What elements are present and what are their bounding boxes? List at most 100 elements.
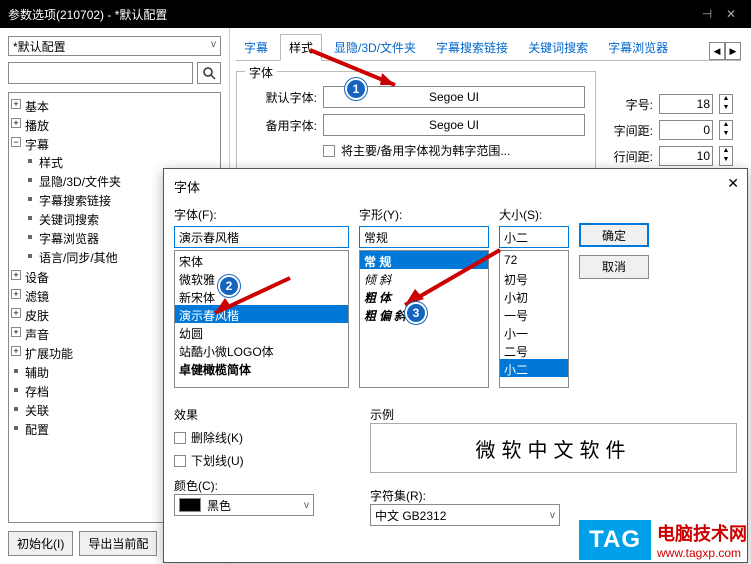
tree-search-link[interactable]: 字幕搜索链接 xyxy=(39,194,111,208)
tree-assist[interactable]: 辅助 xyxy=(25,366,49,380)
underline-checkbox[interactable] xyxy=(174,455,186,467)
list-item[interactable]: 卓健橄榄简体 xyxy=(175,359,348,377)
font-dialog: ✕ 字体 字体(F): 宋体 微软雅 新宋体 演示春风楷 幼圆 站酷小微LOGO… xyxy=(163,168,748,563)
style-list-label: 字形(Y): xyxy=(359,206,489,223)
export-button[interactable]: 导出当前配 xyxy=(79,531,157,556)
color-swatch xyxy=(179,498,201,512)
style-input[interactable] xyxy=(359,226,489,248)
list-item[interactable]: 微软雅 xyxy=(175,269,348,287)
list-item[interactable]: 小二 xyxy=(500,359,568,377)
tree-visibility[interactable]: 显隐/3D/文件夹 xyxy=(39,175,121,189)
tree-style[interactable]: 样式 xyxy=(39,156,63,170)
default-font-label: 默认字体: xyxy=(247,89,317,106)
spinner[interactable]: ▲▼ xyxy=(719,94,733,114)
size-label: 字号: xyxy=(603,96,653,113)
tree-config[interactable]: 配置 xyxy=(25,423,49,437)
list-item[interactable]: 常 规 xyxy=(360,251,488,269)
tab-visibility[interactable]: 显隐/3D/文件夹 xyxy=(326,35,424,60)
tree-skin[interactable]: 皮肤 xyxy=(25,309,49,323)
reset-button[interactable]: 初始化(I) xyxy=(8,531,73,556)
cancel-button[interactable]: 取消 xyxy=(579,255,649,279)
tree-archive[interactable]: 存档 xyxy=(25,385,49,399)
effects-label: 效果 xyxy=(174,406,354,423)
size-input[interactable] xyxy=(499,226,569,248)
tab-subtitle[interactable]: 字幕 xyxy=(236,35,276,60)
expand-icon[interactable]: + xyxy=(11,118,21,128)
list-item[interactable]: 初号 xyxy=(500,269,568,287)
tree-browser[interactable]: 字幕浏览器 xyxy=(39,232,99,246)
list-item[interactable]: 72 xyxy=(500,251,568,269)
collapse-icon[interactable]: − xyxy=(11,137,21,147)
list-item[interactable]: 新宋体 xyxy=(175,287,348,305)
tree-ext[interactable]: 扩展功能 xyxy=(25,347,73,361)
list-item[interactable]: 粗 体 xyxy=(360,287,488,305)
search-input[interactable] xyxy=(8,62,193,84)
color-select[interactable]: 黑色 xyxy=(174,494,314,516)
list-item[interactable]: 一号 xyxy=(500,305,568,323)
sample-label: 示例 xyxy=(370,406,737,423)
expand-icon[interactable]: + xyxy=(11,99,21,109)
tab-browser[interactable]: 字幕浏览器 xyxy=(600,35,676,60)
tree-device[interactable]: 设备 xyxy=(25,271,49,285)
tab-style[interactable]: 样式 xyxy=(280,34,322,61)
tab-keyword-search[interactable]: 关键词搜索 xyxy=(520,35,596,60)
spinner[interactable]: ▲▼ xyxy=(719,146,733,166)
tree-filter[interactable]: 滤镜 xyxy=(25,290,49,304)
list-item[interactable]: 演示春风楷 xyxy=(175,305,348,323)
underline-label: 下划线(U) xyxy=(191,452,244,469)
tree-sound[interactable]: 声音 xyxy=(25,328,49,342)
backup-font-label: 备用字体: xyxy=(247,117,317,134)
pin-icon[interactable]: ⊣ xyxy=(695,7,719,21)
tree-subtitle[interactable]: 字幕 xyxy=(25,138,49,152)
hanja-checkbox[interactable] xyxy=(323,145,335,157)
dialog-close-icon[interactable]: ✕ xyxy=(727,175,739,192)
size-listbox[interactable]: 72 初号 小初 一号 小一 二号 小二 xyxy=(499,250,569,388)
expand-icon[interactable]: + xyxy=(11,346,21,356)
backup-font-button[interactable]: Segoe UI xyxy=(323,114,585,136)
size-input[interactable] xyxy=(659,94,713,114)
tree-assoc[interactable]: 关联 xyxy=(25,404,49,418)
list-item[interactable]: 宋体 xyxy=(175,251,348,269)
expand-icon[interactable]: + xyxy=(11,308,21,318)
strikethrough-checkbox[interactable] xyxy=(174,432,186,444)
tree-language-sync[interactable]: 语言/同步/其他 xyxy=(39,251,118,265)
spinner[interactable]: ▲▼ xyxy=(719,120,733,140)
close-icon[interactable]: ✕ xyxy=(719,7,743,21)
hanja-label: 将主要/备用字体视为韩字范围... xyxy=(341,142,510,159)
list-item[interactable]: 站酷小微LOGO体 xyxy=(175,341,348,359)
callout-1: 1 xyxy=(345,78,367,100)
tab-search-link[interactable]: 字幕搜索链接 xyxy=(428,35,516,60)
title-bar: 参数选项(210702) - *默认配置 ⊣ ✕ xyxy=(0,0,751,28)
tab-next[interactable]: ▶ xyxy=(725,42,741,60)
tree-basic[interactable]: 基本 xyxy=(25,100,49,114)
line-spacing-input[interactable] xyxy=(659,146,713,166)
tree-playback[interactable]: 播放 xyxy=(25,119,49,133)
charset-select[interactable]: 中文 GB2312 xyxy=(370,504,560,526)
list-item[interactable]: 小一 xyxy=(500,323,568,341)
list-item[interactable]: 倾 斜 xyxy=(360,269,488,287)
list-item[interactable]: 小初 xyxy=(500,287,568,305)
search-button[interactable] xyxy=(197,62,221,84)
ok-button[interactable]: 确定 xyxy=(579,223,649,247)
group-label: 字体 xyxy=(245,64,277,81)
strikethrough-label: 删除线(K) xyxy=(191,429,243,446)
callout-2: 2 xyxy=(218,275,240,297)
line-spacing-label: 行间距: xyxy=(603,148,653,165)
expand-icon[interactable]: + xyxy=(11,289,21,299)
watermark: TAG 电脑技术网 www.tagxp.com xyxy=(579,520,747,560)
font-list-label: 字体(F): xyxy=(174,206,349,223)
color-label: 颜色(C): xyxy=(174,477,354,494)
expand-icon[interactable]: + xyxy=(11,327,21,337)
tab-prev[interactable]: ◀ xyxy=(709,42,725,60)
config-select[interactable]: *默认配置 xyxy=(8,36,221,56)
font-listbox[interactable]: 宋体 微软雅 新宋体 演示春风楷 幼圆 站酷小微LOGO体 卓健橄榄简体 xyxy=(174,250,349,388)
expand-icon[interactable]: + xyxy=(11,270,21,280)
tree-keyword-search[interactable]: 关键词搜索 xyxy=(39,213,99,227)
dialog-title: 字体 xyxy=(174,177,737,196)
font-group: 字体 默认字体: Segoe UI 备用字体: Segoe UI 将主要/备用字… xyxy=(236,71,596,176)
list-item[interactable]: 二号 xyxy=(500,341,568,359)
list-item[interactable]: 幼圆 xyxy=(175,323,348,341)
spacing-input[interactable] xyxy=(659,120,713,140)
font-input[interactable] xyxy=(174,226,349,248)
charset-label: 字符集(R): xyxy=(370,487,737,504)
